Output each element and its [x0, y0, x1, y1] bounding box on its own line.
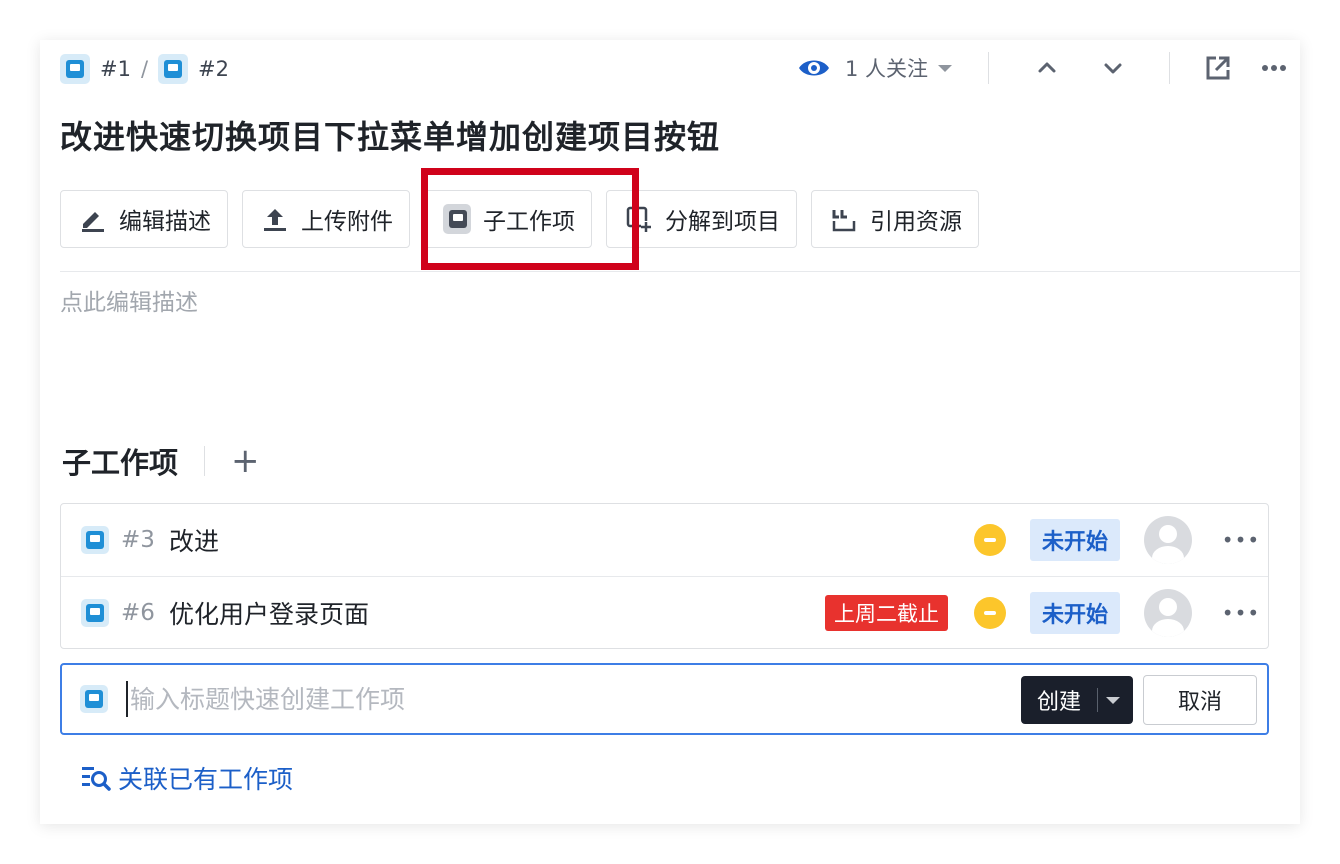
- row-more-button[interactable]: •••: [1216, 525, 1266, 555]
- breadcrumb-current[interactable]: #2: [198, 57, 229, 81]
- chevron-down-icon: [938, 64, 952, 72]
- breadcrumb: #1 / #2: [60, 54, 229, 84]
- status-badge[interactable]: 未开始: [1029, 519, 1120, 561]
- work-item-icon: [80, 685, 108, 713]
- create-button[interactable]: 创建: [1021, 676, 1133, 724]
- search-list-icon: [82, 767, 111, 791]
- divider: [60, 271, 1300, 272]
- subitem-title[interactable]: 改进: [169, 522, 219, 558]
- quote-icon: [830, 205, 858, 233]
- create-label: 创建: [1037, 690, 1082, 715]
- subitems-title: 子工作项: [62, 446, 179, 480]
- work-item-icon: [158, 54, 189, 84]
- link-existing-label: 关联已有工作项: [118, 765, 294, 794]
- split-to-project-label: 分解到项目: [665, 209, 780, 235]
- subitems-header: 子工作项 +: [62, 440, 260, 482]
- watch-button[interactable]: 1 人关注: [797, 53, 952, 83]
- more-options-button[interactable]: [1256, 50, 1292, 86]
- button-split-divider: [1097, 688, 1098, 712]
- header-actions: 1 人关注: [797, 50, 1300, 86]
- previous-item-button[interactable]: [1029, 50, 1065, 86]
- more-icon: [1262, 65, 1286, 71]
- subitem-title[interactable]: 优化用户登录页面: [169, 595, 369, 631]
- cite-resource-label: 引用资源: [870, 209, 962, 235]
- work-item-icon: [60, 54, 90, 84]
- priority-icon[interactable]: [973, 524, 1006, 556]
- priority-icon[interactable]: [973, 597, 1006, 629]
- upload-attachment-button[interactable]: 上传附件: [242, 190, 410, 248]
- next-item-button[interactable]: [1095, 50, 1131, 86]
- chevron-up-icon: [1038, 62, 1056, 73]
- chevron-down-icon: [1104, 63, 1122, 74]
- upload-attachment-label: 上传附件: [301, 209, 393, 235]
- eye-icon: [798, 60, 829, 76]
- table-row[interactable]: #3 改进 未开始 •••: [61, 504, 1268, 576]
- work-item-icon: [81, 598, 109, 627]
- description-editor[interactable]: 点此编辑描述: [60, 283, 198, 317]
- section-divider: [204, 446, 206, 476]
- subitem-number: #6: [121, 599, 155, 626]
- edit-description-label: 编辑描述: [119, 209, 211, 235]
- page-title: 改进快速切换项目下拉菜单增加创建项目按钮: [60, 118, 721, 156]
- breadcrumb-parent[interactable]: #1: [100, 57, 131, 81]
- header-divider: [988, 52, 989, 84]
- text-cursor: [126, 681, 128, 717]
- add-subitem-plus-icon[interactable]: +: [231, 441, 260, 481]
- chevron-down-icon[interactable]: [1106, 696, 1120, 704]
- pencil-icon: [79, 205, 107, 233]
- due-date-badge[interactable]: 上周二截止: [824, 595, 948, 631]
- quick-create-box: 创建 取消: [60, 663, 1269, 735]
- row-more-button[interactable]: •••: [1216, 598, 1266, 628]
- header-divider: [1169, 52, 1170, 84]
- table-row[interactable]: #6 优化用户登录页面 上周二截止 未开始 •••: [61, 576, 1268, 648]
- external-link-icon: [1206, 56, 1230, 80]
- cite-resource-button[interactable]: 引用资源: [811, 190, 979, 248]
- work-item-icon: [81, 526, 109, 554]
- link-existing-button[interactable]: 关联已有工作项: [80, 760, 293, 796]
- subitem-list: #3 改进 未开始 ••• #6 优化用户登录页面 上周二截止 未开始 •••: [60, 503, 1269, 649]
- avatar[interactable]: [1144, 516, 1192, 564]
- quick-create-input[interactable]: [130, 684, 990, 714]
- open-external-button[interactable]: [1200, 50, 1236, 86]
- watchers-count: 1 人关注: [844, 57, 928, 81]
- avatar[interactable]: [1144, 589, 1192, 637]
- upload-icon: [261, 205, 289, 233]
- breadcrumb-separator: /: [140, 57, 149, 81]
- work-item-panel: #1 / #2 1 人关注 改进快速切换项目下拉菜单增加创建项目按钮 编辑描述 …: [40, 40, 1300, 824]
- edit-description-button[interactable]: 编辑描述: [60, 190, 228, 248]
- status-badge[interactable]: 未开始: [1029, 592, 1120, 634]
- highlight-annotation-box: [421, 168, 639, 270]
- cancel-button[interactable]: 取消: [1143, 675, 1257, 725]
- subitem-number: #3: [121, 527, 155, 553]
